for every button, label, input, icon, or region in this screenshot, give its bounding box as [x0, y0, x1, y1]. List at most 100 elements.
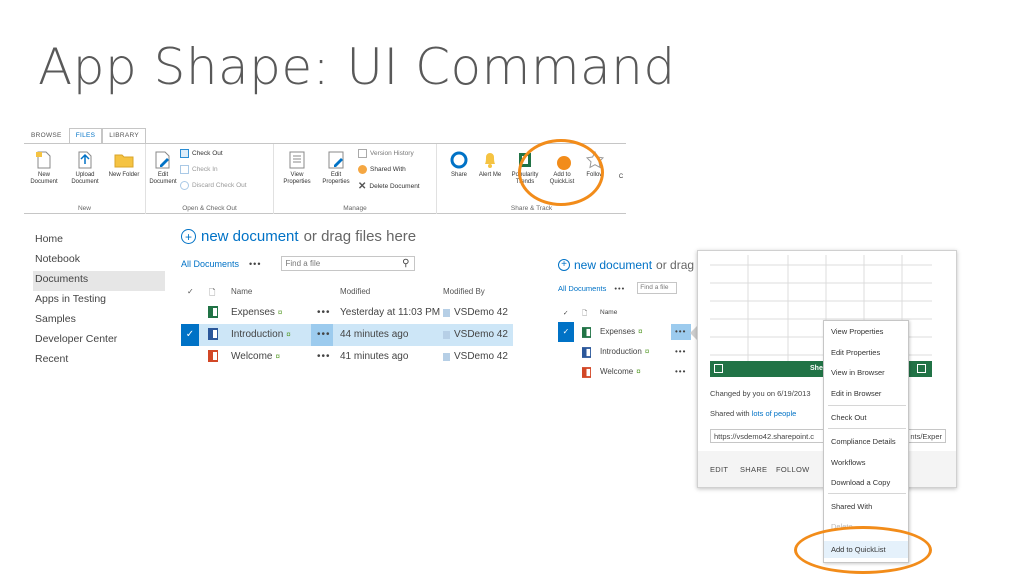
search-icon[interactable]: ⚲	[402, 258, 409, 269]
menu-item-compliance-details[interactable]: Compliance Details	[831, 437, 896, 446]
open-menu-button[interactable]: •••	[317, 307, 331, 318]
open-menu-button[interactable]: •••	[675, 327, 686, 336]
plus-circle-icon[interactable]: +	[181, 229, 196, 244]
find-file-input[interactable]: Find a file ⚲	[281, 256, 416, 271]
shared-with-button[interactable]: Shared With	[358, 165, 406, 174]
table-row[interactable]: Expenses ¤ ••• Yesterday at 11:03 PM VSDe…	[181, 302, 513, 324]
open-menu-button[interactable]: •••	[317, 329, 331, 340]
file-name[interactable]: Welcome	[600, 367, 633, 376]
tab-library[interactable]: LIBRARY	[102, 128, 147, 144]
presence-icon	[443, 352, 450, 361]
table-header: ✓ 🗋 Name	[558, 304, 698, 322]
more-views-button[interactable]: •••	[249, 259, 261, 269]
word-file-icon	[582, 347, 591, 358]
nav-apps-in-testing[interactable]: Apps in Testing	[34, 291, 165, 311]
group-label-manage: Manage	[343, 205, 367, 212]
callout-follow-action[interactable]: FOLLOW	[776, 465, 809, 474]
view-all-documents[interactable]: All Documents	[181, 259, 239, 269]
header-modified[interactable]: Modified	[340, 287, 370, 296]
menu-item-edit-properties[interactable]: Edit Properties	[831, 348, 880, 357]
menu-item-check-out[interactable]: Check Out	[831, 413, 866, 422]
table-row[interactable]: Welcome ¤ •••	[558, 362, 698, 382]
menu-item-workflows[interactable]: Workflows	[831, 458, 865, 467]
menu-separator	[828, 493, 906, 494]
open-menu-button[interactable]: •••	[675, 347, 686, 356]
menu-item-download-a-copy[interactable]: Download a Copy	[831, 478, 890, 487]
header-name[interactable]: Name	[600, 309, 617, 316]
nav-home[interactable]: Home	[34, 231, 165, 251]
modified-by[interactable]: VSDemo 42	[454, 307, 508, 318]
document-library-small: + new document or drag All Documents •••…	[558, 258, 695, 378]
nav-developer-center[interactable]: Developer Center	[34, 331, 165, 351]
view-all-documents[interactable]: All Documents	[558, 284, 606, 293]
file-name[interactable]: Introduction	[600, 347, 642, 356]
document-type-icon: 🗋	[582, 310, 588, 317]
view-properties-button[interactable]: View Properties	[280, 150, 314, 186]
menu-item-view-properties[interactable]: View Properties	[831, 327, 883, 336]
file-name[interactable]: Introduction	[231, 329, 283, 340]
menu-item-shared-with[interactable]: Shared With	[831, 502, 872, 511]
find-file-input[interactable]: Find a file	[637, 282, 678, 294]
table-row-selected[interactable]: ✓ Introduction ¤ ••• 44 minutes ago VSDem…	[181, 324, 513, 346]
select-all-check-icon[interactable]: ✓	[187, 287, 194, 296]
version-history-icon	[358, 149, 367, 158]
callout-edit-action[interactable]: EDIT	[710, 465, 728, 474]
new-file-icon: ¤	[638, 327, 643, 336]
nav-notebook[interactable]: Notebook	[34, 251, 165, 271]
version-history-button[interactable]: Version History	[358, 149, 414, 158]
check-out-button[interactable]: Check Out	[180, 149, 223, 158]
tab-files[interactable]: FILES	[68, 128, 103, 144]
excel-file-icon	[208, 306, 218, 318]
new-file-icon: ¤	[277, 308, 283, 317]
file-name[interactable]: Expenses	[600, 327, 635, 336]
plus-circle-icon[interactable]: +	[558, 259, 570, 271]
menu-item-edit-in-browser[interactable]: Edit in Browser	[831, 389, 881, 398]
drag-hint: or drag	[656, 258, 695, 272]
table-row[interactable]: Welcome ¤ ••• 41 minutes ago VSDemo 42	[181, 346, 513, 368]
delete-document-button[interactable]: ✕ Delete Document	[358, 181, 420, 192]
popout-icon[interactable]	[917, 364, 926, 373]
new-folder-button[interactable]: New Folder	[108, 150, 140, 179]
check-in-button[interactable]: Check In	[180, 165, 218, 174]
row-checked-icon[interactable]: ✓	[558, 322, 574, 342]
bell-icon	[485, 153, 495, 168]
modified-by[interactable]: VSDemo 42	[454, 329, 508, 340]
presence-icon	[443, 330, 450, 339]
alert-me-button[interactable]: Alert Me	[477, 150, 503, 179]
row-checked-icon[interactable]: ✓	[181, 324, 199, 346]
open-menu-button[interactable]: •••	[317, 351, 331, 362]
discard-check-out-button[interactable]: Discard Check Out	[180, 181, 247, 190]
changed-by-text: Changed by you on 6/19/2013	[710, 389, 811, 398]
document-library: + new document or drag files here All Do…	[181, 228, 513, 362]
new-document-button[interactable]: New Document	[26, 150, 62, 186]
new-file-icon: ¤	[286, 330, 291, 339]
more-views-button[interactable]: •••	[614, 284, 625, 293]
menu-item-view-in-browser[interactable]: View in Browser	[831, 368, 885, 377]
lots-of-people-link[interactable]: lots of people	[752, 409, 797, 418]
upload-document-button[interactable]: Upload Document	[68, 150, 102, 186]
edit-properties-button[interactable]: Edit Properties	[318, 150, 354, 186]
table-row[interactable]: Introduction ¤ •••	[558, 342, 698, 362]
drag-hint: or drag files here	[303, 228, 417, 245]
table-row-selected[interactable]: ✓ Expenses ¤ •••	[558, 322, 698, 342]
new-document-link[interactable]: new document	[574, 258, 652, 272]
header-name[interactable]: Name	[231, 287, 252, 296]
edit-document-button[interactable]: Edit Document	[148, 150, 178, 186]
header-modified-by[interactable]: Modified By	[443, 287, 485, 296]
upload-icon	[78, 151, 92, 169]
select-all-check-icon[interactable]: ✓	[563, 309, 568, 317]
open-menu-button[interactable]: •••	[675, 367, 686, 376]
modified-by[interactable]: VSDemo 42	[454, 351, 508, 362]
nav-samples[interactable]: Samples	[34, 311, 165, 331]
people-icon	[358, 165, 367, 174]
nav-documents[interactable]: Documents	[33, 271, 165, 291]
share-button[interactable]: Share	[445, 150, 473, 179]
new-document-link[interactable]: new document	[201, 228, 299, 245]
nav-recent[interactable]: Recent	[34, 351, 165, 371]
callout-share-action[interactable]: SHARE	[740, 465, 767, 474]
edit-document-icon	[155, 151, 170, 169]
check-out-icon	[180, 149, 189, 158]
file-name[interactable]: Welcome	[231, 351, 273, 362]
tab-browse[interactable]: BROWSE	[24, 128, 69, 144]
file-name[interactable]: Expenses	[231, 307, 275, 318]
